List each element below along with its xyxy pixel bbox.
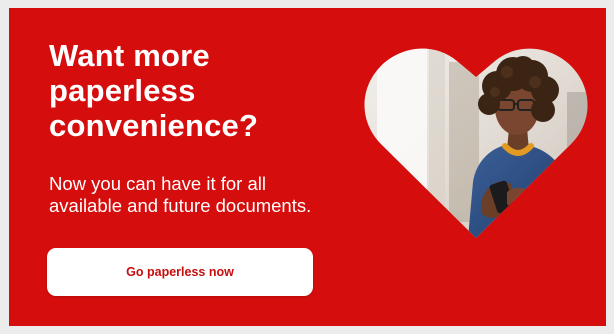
woman-with-phone-photo-icon <box>364 48 588 239</box>
headline-line: paperless <box>49 73 196 108</box>
body-line: Now you can have it for all <box>49 173 266 194</box>
heart-photo <box>357 32 595 250</box>
paperless-promo-banner: Want more paperless convenience? Now you… <box>9 8 606 326</box>
screenshot-frame: Want more paperless convenience? Now you… <box>0 0 614 334</box>
headline-line: convenience? <box>49 108 259 143</box>
headline-line: Want more <box>49 38 210 73</box>
body-line: available and future documents. <box>49 195 312 216</box>
promo-headline: Want more paperless convenience? <box>49 38 369 143</box>
go-paperless-button[interactable]: Go paperless now <box>47 248 313 296</box>
promo-body-text: Now you can have it for all available an… <box>49 173 369 217</box>
